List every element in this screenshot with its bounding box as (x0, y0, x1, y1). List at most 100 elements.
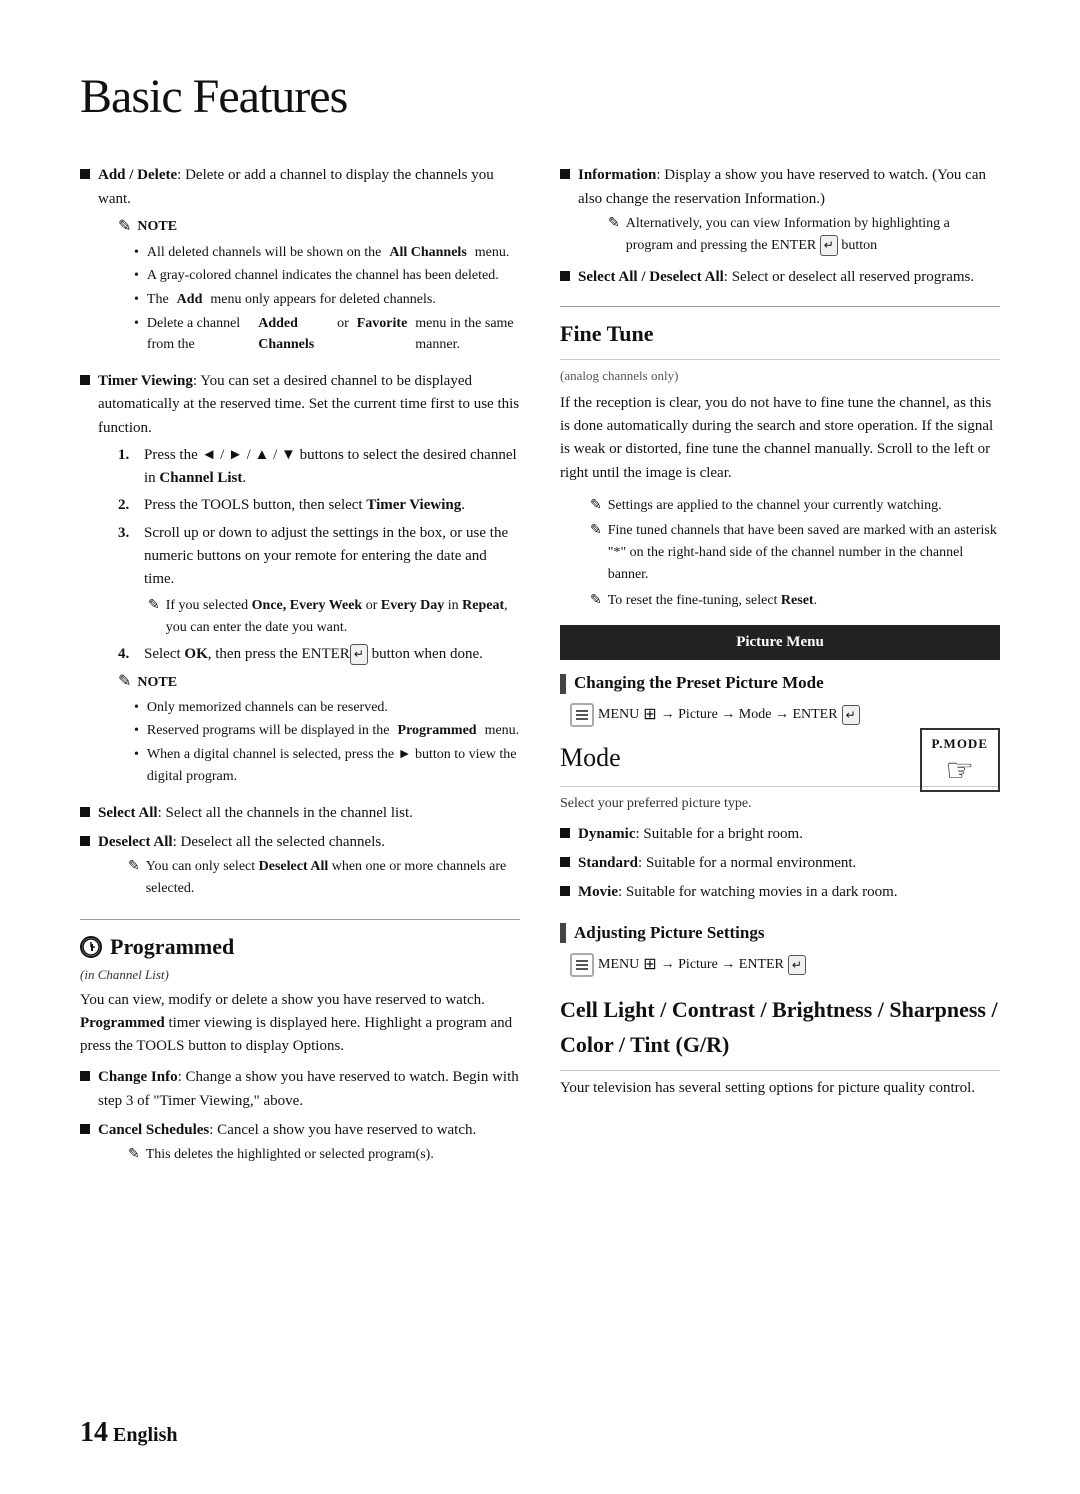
fine-tune-note-2: ✎ Fine tuned channels that have been sav… (590, 520, 1000, 585)
note-label-2: ✎ NOTE (118, 670, 520, 695)
bullet-square (80, 1071, 90, 1081)
select-all-content: Select All: Select all the channels in t… (98, 802, 520, 825)
fine-tune-heading: Fine Tune (560, 317, 1000, 351)
deselect-all-content: Deselect All: Deselect all the selected … (98, 831, 520, 904)
deselect-sub-note: ✎ You can only select Deselect All when … (128, 856, 520, 899)
heading-bar (560, 674, 566, 694)
bullet-square (560, 271, 570, 281)
bullet-square (80, 169, 90, 179)
step-3-sub-note: ✎ If you selected Once, Every Week or Ev… (148, 595, 520, 638)
step-4: 4. Select OK, then press the ENTER↵ butt… (118, 643, 520, 666)
pencil-icon: ✎ (590, 495, 602, 517)
note-subbullet-1: All deleted channels will be shown on th… (134, 242, 520, 264)
step-2: 2. Press the TOOLS button, then select T… (118, 494, 520, 517)
bullet-square (560, 886, 570, 896)
changing-preset-heading: Changing the Preset Picture Mode (560, 670, 1000, 696)
fine-tune-thin-divider (560, 359, 1000, 360)
preset-menu-path: MENU ⊞ → Picture → Mode → ENTER ↵ (570, 703, 1000, 728)
timer-viewing-item: Timer Viewing: You can set a desired cha… (80, 370, 520, 795)
note-subbullet-2: A gray-colored channel indicates the cha… (134, 265, 520, 287)
picture-menu-bar: Picture Menu (560, 625, 1000, 660)
menu-icon (570, 703, 594, 727)
step-3: 3. Scroll up or down to adjust the setti… (118, 522, 520, 592)
cancel-schedules-content: Cancel Schedules: Cancel a show you have… (98, 1119, 520, 1170)
timer-viewing-content: Timer Viewing: You can set a desired cha… (98, 370, 520, 795)
cell-light-divider (560, 1070, 1000, 1071)
adjusting-heading: Adjusting Picture Settings (560, 920, 1000, 946)
bullet-square (560, 169, 570, 179)
pencil-icon: ✎ (590, 590, 602, 612)
cell-light-section: Cell Light / Contrast / Brightness / Sha… (560, 993, 1000, 1099)
add-delete-content: Add / Delete: Delete or add a channel to… (98, 164, 520, 364)
fine-tune-divider (560, 306, 1000, 307)
mode-standard-content: Standard: Suitable for a normal environm… (578, 852, 1000, 875)
heading-bar (560, 923, 566, 943)
mode-movie: Movie: Suitable for watching movies in a… (560, 881, 1000, 904)
timer-viewing-label: Timer Viewing: You can set a desired cha… (98, 373, 519, 436)
add-delete-item: Add / Delete: Delete or add a channel to… (80, 164, 520, 364)
enter-button-icon: ↵ (350, 644, 368, 665)
bullet-square (80, 807, 90, 817)
page: Basic Features Add / Delete: Delete or a… (0, 0, 1080, 1494)
timer-note-3: When a digital channel is selected, pres… (134, 744, 520, 787)
pencil-icon: ✎ (128, 1144, 140, 1166)
page-footer: 14 English (80, 1411, 1000, 1454)
adjusting-section: Adjusting Picture Settings MENU ⊞ → Pict… (560, 920, 1000, 977)
select-deselect-all-item: Select All / Deselect All: Select or des… (560, 266, 1000, 289)
change-info-content: Change Info: Change a show you have rese… (98, 1066, 520, 1113)
pencil-icon: ✎ (118, 215, 131, 240)
add-delete-note: ✎ NOTE All deleted channels will be show… (118, 215, 520, 356)
bullet-square (80, 836, 90, 846)
select-all-item: Select All: Select all the channels in t… (80, 802, 520, 825)
pencil-icon: ✎ (118, 670, 131, 695)
programmed-heading: Programmed (80, 930, 520, 964)
select-deselect-content: Select All / Deselect All: Select or des… (578, 266, 1000, 289)
bullet-square (80, 1124, 90, 1134)
note-subbullet-4: Delete a channel from the Added Channels… (134, 313, 520, 356)
section-divider (80, 919, 520, 920)
mode-movie-content: Movie: Suitable for watching movies in a… (578, 881, 1000, 904)
fine-tune-description: If the reception is clear, you do not ha… (560, 392, 1000, 485)
bullet-square (80, 375, 90, 385)
pencil-icon: ✎ (128, 856, 140, 899)
step-1: 1. Press the ◄ / ► / ▲ / ▼ buttons to se… (118, 444, 520, 491)
pencil-icon: ✎ (590, 520, 602, 585)
clock-icon (80, 936, 102, 958)
mode-section: Mode Select your preferred picture type.… (560, 738, 1000, 911)
information-item: Information: Display a show you have res… (560, 164, 1000, 260)
cell-light-heading: Cell Light / Contrast / Brightness / Sha… (560, 993, 1000, 1061)
mode-dynamic: Dynamic: Suitable for a bright room. (560, 823, 1000, 846)
footer-page-number: 14 English (80, 1411, 177, 1454)
left-column: Add / Delete: Delete or add a channel to… (80, 164, 520, 1175)
mode-dynamic-content: Dynamic: Suitable for a bright room. (578, 823, 1000, 846)
page-title: Basic Features (80, 60, 1000, 134)
pmode-hand-icon: ☞ (932, 754, 988, 786)
add-delete-label: Add / Delete: Delete or add a channel to… (98, 167, 494, 206)
cancel-schedules-item: Cancel Schedules: Cancel a show you have… (80, 1119, 520, 1170)
note-label: ✎ NOTE (118, 215, 520, 240)
enter-icon: ↵ (788, 955, 806, 976)
pmode-badge: P.MODE ☞ (920, 728, 1000, 792)
right-column: Information: Display a show you have res… (560, 164, 1000, 1175)
cell-light-description: Your television has several setting opti… (560, 1077, 1000, 1100)
information-content: Information: Display a show you have res… (578, 164, 1000, 260)
timer-viewing-steps: 1. Press the ◄ / ► / ▲ / ▼ buttons to se… (118, 444, 520, 666)
bullet-square (560, 828, 570, 838)
mode-standard: Standard: Suitable for a normal environm… (560, 852, 1000, 875)
bullet-square (560, 857, 570, 867)
fine-tune-note-1: ✎ Settings are applied to the channel yo… (590, 495, 1000, 517)
fine-tune-section: Fine Tune (analog channels only) If the … (560, 317, 1000, 612)
enter-icon: ↵ (842, 705, 860, 726)
change-info-item: Change Info: Change a show you have rese… (80, 1066, 520, 1113)
deselect-all-item: Deselect All: Deselect all the selected … (80, 831, 520, 904)
two-column-layout: Add / Delete: Delete or add a channel to… (80, 164, 1000, 1175)
information-sub-note: ✎ Alternatively, you can view Informatio… (608, 213, 1000, 256)
programmed-sub-label: (in Channel List) (80, 965, 520, 985)
programmed-description: You can view, modify or delete a show yo… (80, 989, 520, 1059)
fine-tune-note-3: ✎ To reset the fine-tuning, select Reset… (590, 590, 1000, 612)
pencil-icon: ✎ (148, 595, 160, 638)
menu-icon (570, 953, 594, 977)
timer-note: ✎ NOTE Only memorized channels can be re… (118, 670, 520, 788)
note-subbullet-3: The Add menu only appears for deleted ch… (134, 289, 520, 311)
timer-note-1: Only memorized channels can be reserved. (134, 697, 520, 719)
